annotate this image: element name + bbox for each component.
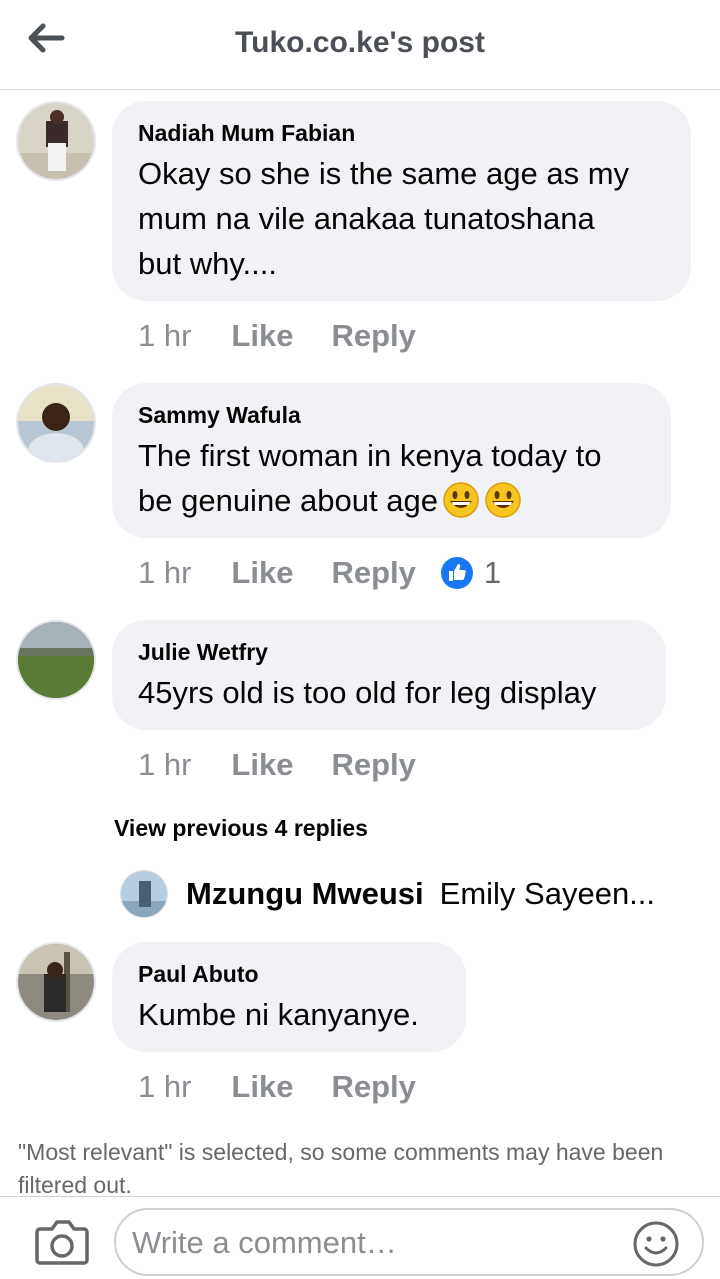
like-reaction-icon — [440, 557, 473, 589]
reply-text: Emily Sayeen... — [439, 876, 656, 911]
emoji-button[interactable] — [632, 1220, 680, 1268]
like-button[interactable]: Like — [231, 1069, 293, 1105]
comment-text: The first woman in kenya today to be gen… — [138, 433, 645, 531]
smiley-icon — [633, 1221, 679, 1267]
comment-actions: 1 hr Like Reply — [138, 1069, 454, 1105]
comment-text: Okay so she is the same age as my mum na… — [138, 156, 630, 281]
like-button[interactable]: Like — [231, 555, 293, 591]
header-bar: Tuko.co.ke's post — [0, 0, 720, 90]
comment-author[interactable]: Nadiah Mum Fabian — [138, 119, 665, 147]
reaction-summary[interactable]: 1 — [440, 555, 501, 591]
comment-time[interactable]: 1 hr — [138, 1069, 191, 1105]
camera-icon — [35, 1220, 89, 1265]
grinning-face-icon — [442, 481, 480, 531]
page-title: Tuko.co.ke's post — [235, 26, 485, 59]
comment-bubble[interactable]: Nadiah Mum Fabian Okay so she is the sam… — [112, 101, 691, 301]
avatar[interactable] — [16, 101, 96, 181]
view-previous-replies-link[interactable]: View previous 4 replies — [114, 815, 368, 842]
comment-bubble[interactable]: Julie Wetfry 45yrs old is too old for le… — [112, 620, 666, 730]
comment-input[interactable]: Write a comment… — [114, 1208, 704, 1276]
comment-text: Kumbe ni kanyanye. — [138, 997, 419, 1032]
comment-author[interactable]: Paul Abuto — [138, 960, 440, 988]
avatar[interactable] — [16, 942, 96, 1022]
reply-author[interactable]: Mzungu Mweusi — [186, 876, 424, 912]
comment-actions: 1 hr Like Reply — [138, 318, 454, 354]
comment-composer: Write a comment… — [0, 1196, 720, 1279]
filter-notice: "Most relevant" is selected, so some com… — [18, 1139, 664, 1198]
comment-time[interactable]: 1 hr — [138, 747, 191, 783]
comment-bubble[interactable]: Paul Abuto Kumbe ni kanyanye. — [112, 942, 466, 1052]
reaction-count: 1 — [483, 555, 502, 590]
comment-actions: 1 hr Like Reply — [138, 747, 454, 783]
reply-button[interactable]: Reply — [331, 555, 415, 591]
reply-button[interactable]: Reply — [331, 747, 415, 783]
reply-preview[interactable]: Mzungu Mweusi Emily Sayeen... — [120, 868, 680, 920]
comment-text: 45yrs old is too old for leg display — [138, 675, 597, 710]
like-button[interactable]: Like — [231, 747, 293, 783]
comment-author[interactable]: Julie Wetfry — [138, 638, 640, 666]
avatar[interactable] — [16, 620, 96, 700]
reply-button[interactable]: Reply — [331, 318, 415, 354]
comment-time[interactable]: 1 hr — [138, 555, 191, 591]
comment-bubble[interactable]: Sammy Wafula The first woman in kenya to… — [112, 383, 671, 538]
avatar[interactable] — [16, 383, 96, 463]
comment-actions: 1 hr Like Reply 1 — [138, 555, 501, 591]
reply-button[interactable]: Reply — [331, 1069, 415, 1105]
comment-input-placeholder: Write a comment… — [132, 1225, 397, 1260]
comment-author[interactable]: Sammy Wafula — [138, 401, 645, 429]
grinning-face-icon — [484, 481, 522, 531]
avatar[interactable] — [120, 870, 168, 918]
camera-button[interactable] — [34, 1217, 90, 1267]
like-button[interactable]: Like — [231, 318, 293, 354]
comment-time[interactable]: 1 hr — [138, 318, 191, 354]
